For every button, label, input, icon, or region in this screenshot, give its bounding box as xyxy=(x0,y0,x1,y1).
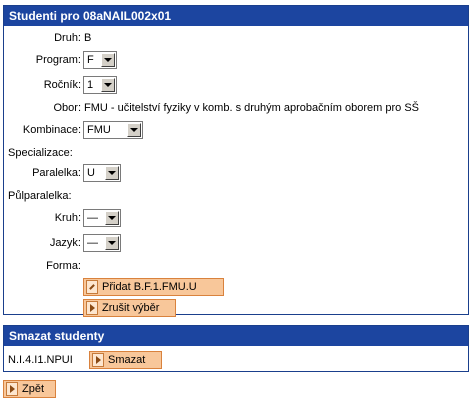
obor-label: Obor: xyxy=(53,102,81,114)
delete-panel-title: Smazat studenty xyxy=(4,326,468,346)
chevron-down-icon xyxy=(105,236,119,250)
cancel-selection-button[interactable]: Zrušit výběr xyxy=(83,299,176,317)
paralelka-select[interactable]: U xyxy=(83,164,121,182)
delete-item: N.I.4.I1.NPUI xyxy=(8,354,73,366)
back-button[interactable]: Zpět xyxy=(3,380,56,398)
chevron-down-icon xyxy=(101,78,115,92)
chevron-down-icon xyxy=(105,166,119,180)
kruh-select[interactable]: — xyxy=(83,209,121,227)
program-select-value: F xyxy=(87,54,94,66)
kombinace-label: Kombinace: xyxy=(22,124,81,136)
jazyk-label: Jazyk: xyxy=(49,237,81,249)
arrow-right-icon xyxy=(86,301,98,315)
back-button-label: Zpět xyxy=(22,383,45,395)
paralelka-label: Paralelka: xyxy=(32,167,81,179)
delete-students-panel: Smazat studenty N.I.4.I1.NPUI Smazat xyxy=(3,325,469,372)
forma-label: Forma: xyxy=(46,260,81,272)
chevron-down-icon xyxy=(101,53,115,67)
druh-value: B xyxy=(84,32,92,44)
delete-button-label: Smazat xyxy=(108,354,146,366)
paralelka-select-value: U xyxy=(87,167,95,179)
kombinace-select-value: FMU xyxy=(87,124,111,136)
chevron-down-icon xyxy=(105,211,119,225)
pulparalelka-label: Půlparalelka: xyxy=(8,190,72,202)
kruh-label: Kruh: xyxy=(54,212,81,224)
rocnik-select[interactable]: 1 xyxy=(83,76,117,94)
jazyk-select[interactable]: — xyxy=(83,234,121,252)
arrow-right-icon xyxy=(6,382,18,396)
program-select[interactable]: F xyxy=(83,51,117,69)
jazyk-select-value: — xyxy=(87,237,98,249)
add-button[interactable]: Přidat B.F.1.FMU.U xyxy=(83,278,224,296)
cancel-selection-label: Zrušit výběr xyxy=(102,302,160,314)
panel-title: Studenti pro 08aNAIL002x01 xyxy=(4,6,468,26)
add-button-label: Přidat B.F.1.FMU.U xyxy=(102,281,197,293)
students-panel: Studenti pro 08aNAIL002x01 Druh: B Progr… xyxy=(3,5,469,317)
specializace-label: Specializace: xyxy=(8,147,73,159)
arrow-right-icon xyxy=(92,353,104,367)
obor-value: FMU - učitelství fyziky v komb. s druhým… xyxy=(84,102,419,114)
program-label: Program: xyxy=(35,54,81,66)
kombinace-select[interactable]: FMU xyxy=(83,121,143,139)
rocnik-select-value: 1 xyxy=(87,79,94,91)
kruh-select-value: — xyxy=(87,212,98,224)
chevron-down-icon xyxy=(127,123,141,137)
rocnik-label: Ročník: xyxy=(43,79,81,91)
delete-button[interactable]: Smazat xyxy=(89,351,162,369)
pencil-icon xyxy=(86,280,98,294)
druh-label: Druh: xyxy=(54,32,81,44)
